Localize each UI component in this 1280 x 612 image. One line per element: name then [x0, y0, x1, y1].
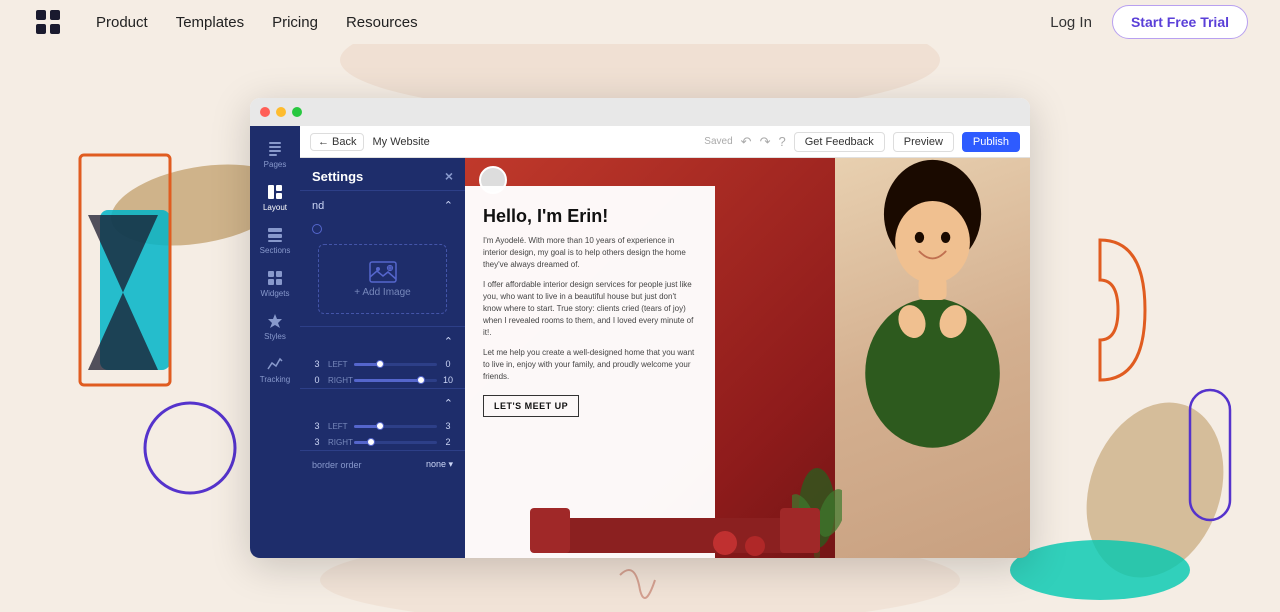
saved-label: Saved	[704, 136, 732, 147]
sliders-chevron: ⌃	[444, 335, 453, 348]
settings-section-sliders: ⌃ 3 LEFT 0	[300, 326, 465, 388]
sidebar-item-pages[interactable]: Pages	[253, 134, 297, 175]
preview-button[interactable]: Preview	[893, 132, 954, 152]
sidebar-layout-label: Layout	[263, 203, 287, 212]
cta-button[interactable]: LET'S MEET UP	[483, 395, 579, 417]
redo-icon[interactable]: ↷	[760, 134, 771, 150]
photo-background	[835, 158, 1030, 558]
add-image-label: + Add Image	[354, 287, 410, 298]
back-button[interactable]: ← Back	[310, 133, 364, 151]
slider-2-track[interactable]	[354, 379, 437, 382]
slider-1-left-val: 3	[310, 359, 324, 369]
browser-mockup: Pages Layout Sections Widgets	[250, 98, 1030, 558]
slider-1-right-val: 0	[441, 359, 455, 369]
sidebar-item-styles[interactable]: Styles	[253, 306, 297, 347]
hero-title: Hello, I'm Erin!	[483, 206, 697, 227]
browser-dot-yellow	[276, 107, 286, 117]
border-label: border order	[312, 460, 362, 470]
browser-chrome-bar	[250, 98, 1030, 126]
back-label: Back	[332, 136, 356, 148]
hero-para3: Let me help you create a well-designed h…	[483, 347, 697, 383]
slider-2-left-val: 0	[310, 375, 324, 385]
browser-dot-red	[260, 107, 270, 117]
sidebar-tracking-label: Tracking	[260, 375, 290, 384]
publish-button[interactable]: Publish	[962, 132, 1020, 152]
sidebar-item-layout[interactable]: Layout	[253, 177, 297, 218]
hero-intro: I'm Ayodelé. With more than 10 years of …	[483, 235, 697, 271]
hero-para2: I offer affordable interior design servi…	[483, 279, 697, 339]
settings-section-1-header[interactable]: nd ⌃	[300, 191, 465, 220]
slider-row-1: 3 LEFT 0	[300, 356, 465, 372]
slider-row-4: 3 RIGHT 2	[300, 434, 465, 450]
section-3-chevron: ⌃	[444, 397, 453, 410]
logo	[32, 6, 64, 38]
editor-toolbar: ← Back My Website Saved ↶ ↷ ? Get Feedba…	[300, 126, 1030, 158]
settings-title: Settings	[312, 169, 363, 184]
nav-templates[interactable]: Templates	[176, 14, 244, 31]
nav-product[interactable]: Product	[96, 14, 148, 31]
section-1-chevron: ⌃	[444, 199, 453, 212]
settings-section-sliders-header[interactable]: ⌃	[300, 327, 465, 356]
nav-resources[interactable]: Resources	[346, 14, 418, 31]
sidebar-sections-label: Sections	[260, 246, 291, 255]
sidebar-item-sections[interactable]: Sections	[253, 220, 297, 261]
nav-pricing[interactable]: Pricing	[272, 14, 318, 31]
slider-1-label: LEFT	[328, 360, 350, 369]
add-image-block[interactable]: + Add Image	[318, 244, 447, 314]
sidebar-styles-label: Styles	[264, 332, 286, 341]
person-photo-container	[835, 158, 1030, 558]
sidebar-item-widgets[interactable]: Widgets	[253, 263, 297, 304]
start-trial-button[interactable]: Start Free Trial	[1112, 5, 1248, 39]
border-value: none ▾	[426, 459, 453, 470]
settings-section-1: nd ⌃	[300, 190, 465, 326]
site-name-label: My Website	[372, 136, 429, 148]
slider-3-left-val: 3	[310, 421, 324, 431]
editor-sidebar: Pages Layout Sections Widgets	[250, 126, 300, 558]
slider-3-right-val: 3	[441, 421, 455, 431]
nav-links: Product Templates Pricing Resources	[96, 14, 1050, 31]
help-icon[interactable]: ?	[778, 134, 785, 149]
settings-header: Settings ×	[300, 158, 465, 190]
slider-2-right-val: 10	[441, 375, 455, 385]
slider-4-label: RIGHT	[328, 438, 350, 447]
slider-1-track[interactable]	[354, 363, 437, 366]
settings-section-3: ⌃ 3 LEFT 3	[300, 388, 465, 450]
undo-icon[interactable]: ↶	[741, 134, 752, 150]
sidebar-widgets-label: Widgets	[261, 289, 290, 298]
furniture-hint	[515, 498, 835, 558]
slider-row-2: 0 RIGHT 10	[300, 372, 465, 388]
slider-3-label: LEFT	[328, 422, 350, 431]
feedback-button[interactable]: Get Feedback	[794, 132, 885, 152]
navbar: Product Templates Pricing Resources Log …	[0, 0, 1280, 44]
slider-2-label: RIGHT	[328, 376, 350, 385]
nav-right: Log In Start Free Trial	[1050, 5, 1248, 39]
slider-row-3: 3 LEFT 3	[300, 418, 465, 434]
login-button[interactable]: Log In	[1050, 14, 1092, 31]
back-arrow-icon: ←	[318, 136, 329, 148]
slider-4-right-val: 2	[441, 437, 455, 447]
section-1-label: nd	[312, 200, 324, 212]
sidebar-item-tracking[interactable]: Tracking	[253, 349, 297, 390]
browser-body: Pages Layout Sections Widgets	[250, 126, 1030, 558]
settings-section-3-header[interactable]: ⌃	[300, 389, 465, 418]
settings-panel: Settings × nd ⌃	[300, 158, 465, 558]
settings-border-section: border order none ▾	[300, 450, 465, 478]
settings-close-button[interactable]: ×	[445, 168, 453, 184]
main-content: Pages Layout Sections Widgets	[0, 44, 1280, 612]
website-preview: Hello, I'm Erin! I'm Ayodelé. With more …	[465, 158, 1030, 558]
sidebar-pages-label: Pages	[264, 160, 287, 169]
slider-3-track[interactable]	[354, 425, 437, 428]
slider-4-track[interactable]	[354, 441, 437, 444]
slider-4-left-val: 3	[310, 437, 324, 447]
browser-dot-green	[292, 107, 302, 117]
